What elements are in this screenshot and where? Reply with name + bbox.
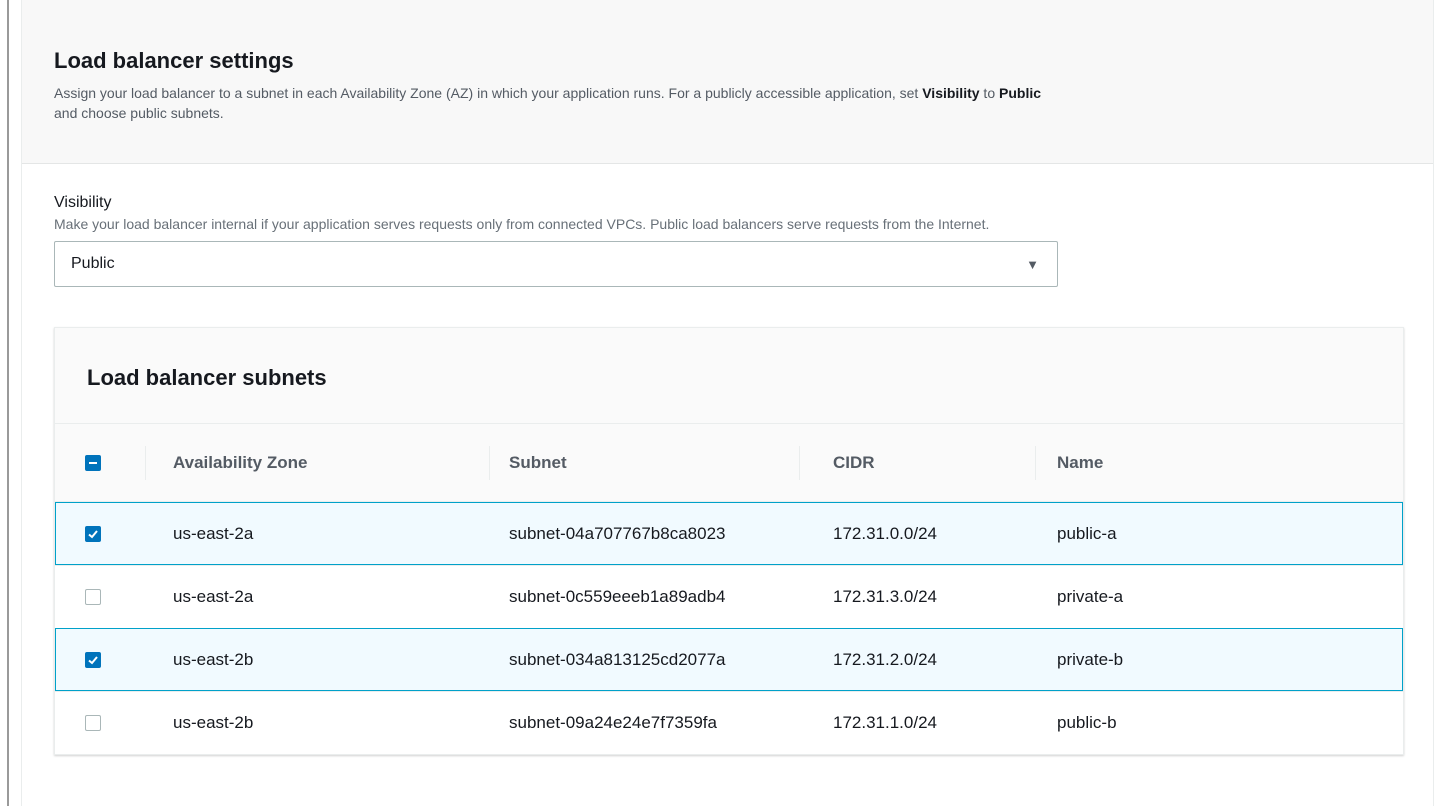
cell-cidr: 172.31.0.0/24 (833, 524, 937, 543)
table-row[interactable]: us-east-2a subnet-04a707767b8ca8023 172.… (55, 502, 1403, 565)
table-row[interactable]: us-east-2b subnet-034a813125cd2077a 172.… (55, 628, 1403, 691)
row-checkbox[interactable] (85, 526, 101, 542)
cell-availability-zone: us-east-2a (173, 524, 254, 543)
column-header-subnet[interactable]: Subnet (479, 424, 831, 501)
panel-title: Load balancer settings (54, 48, 294, 73)
visibility-label: Visibility (54, 194, 112, 211)
load-balancer-subnets-table: Load balancer subnets Availability Zone … (54, 327, 1404, 755)
checkmark-icon (88, 656, 98, 665)
table-row[interactable]: us-east-2b subnet-09a24e24e7f7359fa 172.… (55, 691, 1403, 754)
load-balancer-settings-panel: Load balancer settings Assign your load … (21, 0, 1434, 806)
subnets-header: Load balancer subnets (55, 328, 1403, 424)
visibility-select-value: Public (71, 255, 115, 272)
row-checkbox[interactable] (85, 715, 101, 731)
panel-description: Assign your load balancer to a subnet in… (54, 85, 1042, 121)
cell-availability-zone: us-east-2a (173, 587, 254, 606)
cell-cidr: 172.31.1.0/24 (833, 713, 937, 732)
subnets-title: Load balancer subnets (87, 365, 327, 390)
column-header-availability-zone[interactable]: Availability Zone (145, 424, 479, 501)
checkmark-icon (88, 530, 98, 539)
cell-name: private-b (1057, 650, 1124, 669)
caret-down-icon: ▼ (1026, 256, 1039, 272)
cell-name: public-b (1057, 713, 1117, 732)
panel-body: Visibility Make your load balancer inter… (22, 164, 1433, 755)
cell-subnet: subnet-04a707767b8ca8023 (509, 524, 726, 543)
cell-cidr: 172.31.2.0/24 (833, 650, 937, 669)
table-row[interactable]: us-east-2a subnet-0c559eeeb1a89adb4 172.… (55, 565, 1403, 628)
row-checkbox[interactable] (85, 652, 101, 668)
window-edge (7, 0, 9, 806)
visibility-select[interactable]: Public ▼ (54, 241, 1058, 287)
cell-name: public-a (1057, 524, 1117, 543)
table-header-row: Availability Zone Subnet CIDR Name (55, 424, 1403, 502)
cell-availability-zone: us-east-2b (173, 650, 254, 669)
table-body: us-east-2a subnet-04a707767b8ca8023 172.… (55, 502, 1403, 754)
cell-subnet: subnet-0c559eeeb1a89adb4 (509, 587, 726, 606)
select-all-checkbox[interactable] (85, 454, 101, 471)
cell-subnet: subnet-09a24e24e7f7359fa (509, 713, 717, 732)
column-header-cidr[interactable]: CIDR (799, 424, 1047, 501)
panel-header: Load balancer settings Assign your load … (22, 0, 1433, 164)
indeterminate-icon (89, 461, 97, 464)
visibility-help: Make your load balancer internal if your… (54, 216, 990, 232)
cell-cidr: 172.31.3.0/24 (833, 587, 937, 606)
cell-availability-zone: us-east-2b (173, 713, 254, 732)
cell-name: private-a (1057, 587, 1124, 606)
row-checkbox[interactable] (85, 589, 101, 605)
column-header-name[interactable]: Name (1035, 424, 1403, 501)
cell-subnet: subnet-034a813125cd2077a (509, 650, 726, 669)
